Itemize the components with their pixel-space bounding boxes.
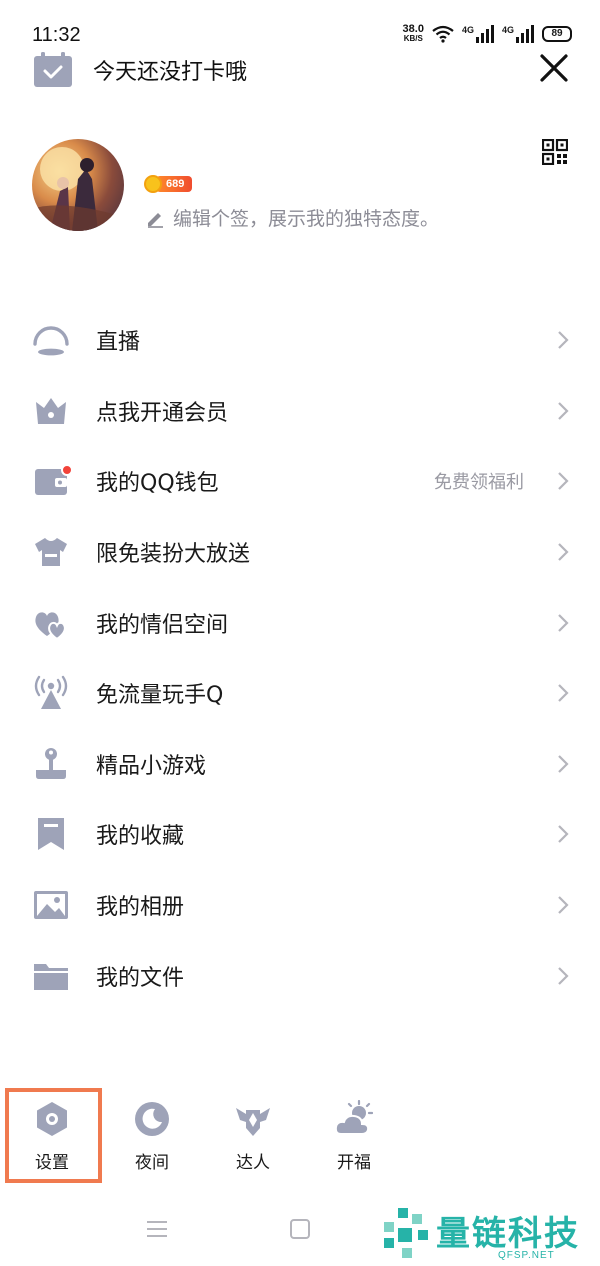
chevron-right-icon <box>558 825 569 844</box>
menu-item-files[interactable]: 我的文件 <box>0 940 600 1011</box>
watermark-logo-icon <box>384 1208 428 1258</box>
signature-edit[interactable]: 编辑个签，展示我的独特态度。 <box>145 204 439 231</box>
watermark: 量链科技 QFSP.NET <box>380 1206 595 1264</box>
menu-label: 我的相册 <box>96 895 185 921</box>
menu-item-dressup[interactable]: 限免装扮大放送 <box>0 517 600 588</box>
chevron-right-icon <box>558 966 569 985</box>
checkin-text: 今天还没打卡哦 <box>93 60 248 85</box>
signal-sim2-icon: 4G <box>502 25 534 43</box>
menu-extra-text: 免费领福利 <box>434 472 524 494</box>
net-speed-unit: KB/S <box>403 34 423 43</box>
highlight-box <box>5 1088 102 1183</box>
watermark-text: 量链科技 <box>436 1214 580 1254</box>
joystick-icon <box>36 747 66 779</box>
net-speed: 38.0 KB/S <box>403 24 424 44</box>
hearts-icon <box>35 612 66 640</box>
signal-sim1-icon: 4G <box>462 25 494 43</box>
menu-label: 精品小游戏 <box>96 753 207 779</box>
avatar-image <box>32 147 124 231</box>
weather-icon <box>334 1099 374 1135</box>
dock-label: 达人 <box>236 1153 270 1173</box>
pen-icon <box>148 212 163 228</box>
crown-icon <box>36 397 66 424</box>
close-icon[interactable] <box>538 52 570 84</box>
coin-icon <box>144 175 162 193</box>
status-bar: 11:32 38.0 KB/S 4G 4G 89 <box>0 0 600 50</box>
bookmark-icon <box>38 818 64 851</box>
menu-label: 我的文件 <box>96 965 185 991</box>
chevron-right-icon <box>558 613 569 632</box>
sim2-label: 4G <box>501 25 514 35</box>
level-badge[interactable]: 689 <box>144 175 193 193</box>
menu-item-favorites[interactable]: 我的收藏 <box>0 799 600 870</box>
dock-blessing-button[interactable]: 开福 <box>314 1099 394 1173</box>
chevron-right-icon <box>558 543 569 561</box>
menu-item-vip[interactable]: 点我开通会员 <box>0 376 600 447</box>
status-icons: 38.0 KB/S 4G 4G 89 <box>403 24 572 44</box>
menu-item-album[interactable]: 我的相册 <box>0 870 600 941</box>
moon-icon <box>135 1102 169 1136</box>
chevron-right-icon <box>558 755 569 773</box>
sim1-label: 4G <box>461 25 474 35</box>
checkin-banner[interactable]: 今天还没打卡哦 <box>33 52 247 88</box>
menu-label: 直播 <box>96 330 141 356</box>
menu-label: 点我开通会员 <box>96 400 229 426</box>
dock-label: 开福 <box>337 1153 371 1173</box>
nav-home-icon[interactable] <box>290 1219 310 1239</box>
chevron-right-icon <box>558 331 569 350</box>
notification-dot <box>61 464 73 477</box>
chevron-right-icon <box>558 472 569 491</box>
signature-placeholder: 编辑个签，展示我的独特态度。 <box>173 208 440 230</box>
menu-label: 我的收藏 <box>96 824 185 850</box>
calendar-check-icon <box>34 52 72 87</box>
menu-label: 限免装扮大放送 <box>96 542 251 568</box>
menu-item-free-data[interactable]: 免流量玩手Q <box>0 658 600 729</box>
live-icon <box>33 326 69 356</box>
menu-item-live[interactable]: 直播 <box>0 305 600 376</box>
menu-label: 我的QQ钱包 <box>96 471 219 497</box>
menu-list: 直播 点我开通会员 我的QQ钱包 免费领福利 限免装扮大放送 我的情侣空间 免流… <box>0 305 600 1011</box>
dock-label: 夜间 <box>135 1153 169 1173</box>
chevron-right-icon <box>558 896 569 914</box>
wifi-icon <box>432 25 454 43</box>
menu-item-wallet[interactable]: 我的QQ钱包 免费领福利 <box>0 446 600 517</box>
badge-icon <box>236 1108 270 1136</box>
dock-night-button[interactable]: 夜间 <box>112 1100 192 1173</box>
menu-item-games[interactable]: 精品小游戏 <box>0 729 600 800</box>
menu-label: 我的情侣空间 <box>96 612 229 638</box>
nav-menu-icon[interactable] <box>146 1219 168 1239</box>
chevron-right-icon <box>558 402 569 420</box>
menu-label: 免流量玩手Q <box>96 683 224 709</box>
photo-icon <box>34 891 68 920</box>
battery-icon: 89 <box>542 26 572 42</box>
menu-item-couple[interactable]: 我的情侣空间 <box>0 587 600 658</box>
qr-code-icon[interactable] <box>542 139 568 165</box>
status-time: 11:32 <box>32 24 81 46</box>
chevron-right-icon <box>558 684 569 703</box>
tshirt-icon <box>35 538 67 567</box>
watermark-subtext: QFSP.NET <box>498 1250 555 1261</box>
avatar[interactable] <box>32 139 124 231</box>
dock-talent-button[interactable]: 达人 <box>213 1100 293 1173</box>
folder-icon <box>34 963 68 990</box>
signal-tower-icon <box>34 676 68 710</box>
